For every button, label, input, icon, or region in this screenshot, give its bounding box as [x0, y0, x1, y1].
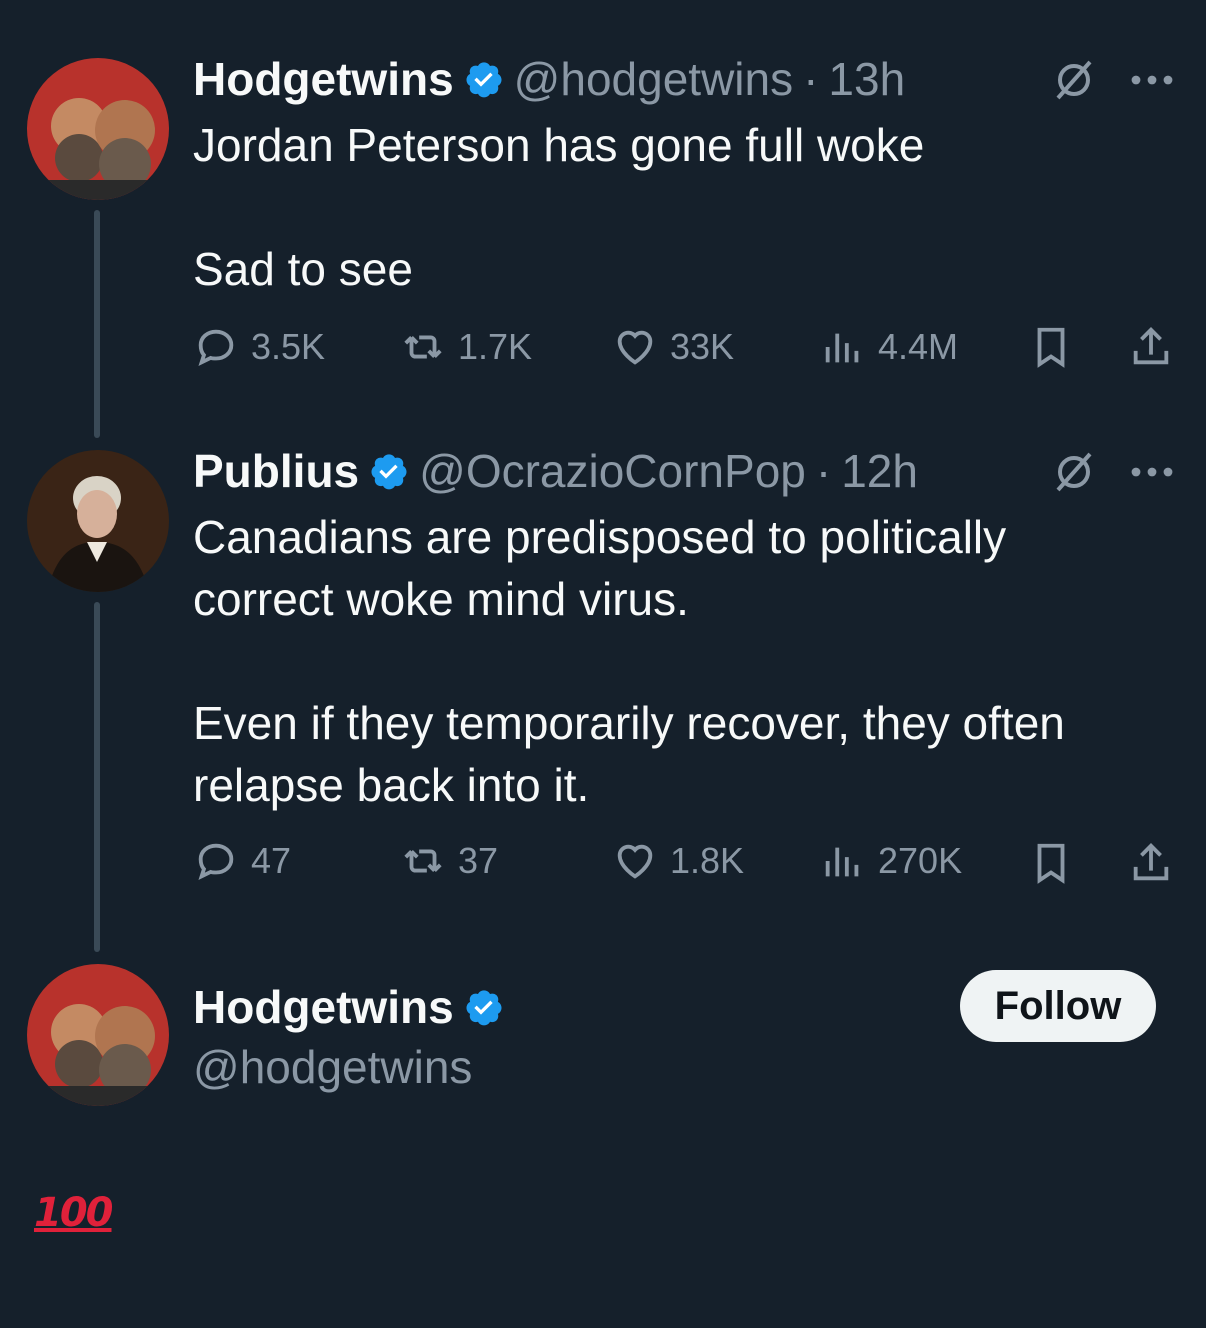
- author-handle[interactable]: @hodgetwins: [193, 1040, 472, 1094]
- like-count: 33K: [670, 326, 735, 367]
- like-icon: [617, 844, 653, 879]
- author-name[interactable]: Publius: [193, 444, 359, 498]
- verified-badge-icon: [466, 62, 502, 98]
- tweet-text: Canadians are predisposed to politically…: [193, 511, 1065, 811]
- tweet-text: Jordan Peterson has gone full woke Sad t…: [193, 119, 925, 295]
- views-count: 4.4M: [878, 326, 959, 367]
- avatar-publius[interactable]: [27, 450, 169, 592]
- like-icon: [617, 330, 653, 365]
- share-icon[interactable]: [1128, 324, 1174, 370]
- hundred-points-emoji: 100: [34, 1190, 113, 1236]
- reply-count: 3.5K: [251, 326, 326, 367]
- views-count: 270K: [878, 840, 963, 881]
- bookmark-icon[interactable]: [1028, 840, 1074, 886]
- more-icon[interactable]: [1128, 62, 1176, 98]
- separator-dot: ·: [803, 53, 819, 105]
- views-icon: [825, 847, 859, 877]
- author-name[interactable]: Hodgetwins: [193, 52, 454, 106]
- more-icon[interactable]: [1128, 454, 1176, 490]
- verified-badge-icon: [466, 990, 502, 1026]
- views-icon: [825, 333, 859, 363]
- grok-icon[interactable]: [1050, 448, 1098, 496]
- reply-button[interactable]: 3.5K: [193, 324, 325, 370]
- reply-count: 47: [251, 840, 292, 881]
- timestamp[interactable]: 13h: [828, 52, 905, 106]
- separator-dot: ·: [815, 445, 832, 497]
- retweet-count: 1.7K: [458, 326, 533, 367]
- share-icon[interactable]: [1128, 840, 1174, 886]
- views-button[interactable]: 270K: [820, 838, 962, 884]
- grok-icon[interactable]: [1050, 56, 1098, 104]
- timestamp[interactable]: 12h: [841, 444, 918, 498]
- verified-badge-icon: [371, 454, 407, 490]
- reply-icon: [198, 843, 234, 881]
- thread-line: [94, 210, 100, 438]
- reply-button[interactable]: 47: [193, 838, 291, 884]
- follow-button[interactable]: Follow: [960, 970, 1156, 1042]
- like-button[interactable]: 33K: [612, 324, 734, 370]
- avatar-hodgetwins[interactable]: [27, 58, 169, 200]
- retweet-button[interactable]: 1.7K: [400, 324, 532, 370]
- views-button[interactable]: 4.4M: [820, 324, 958, 370]
- tweet-header: Publius @OcrazioCornPop · 12h: [193, 444, 918, 498]
- author-handle[interactable]: @hodgetwins: [514, 52, 793, 106]
- retweet-icon: [404, 849, 442, 873]
- like-count: 1.8K: [670, 840, 745, 881]
- avatar-hodgetwins[interactable]: [27, 964, 169, 1106]
- author-name[interactable]: Hodgetwins: [193, 980, 454, 1034]
- like-button[interactable]: 1.8K: [612, 838, 744, 884]
- thread-line: [94, 602, 100, 952]
- reply-icon: [198, 329, 234, 367]
- reply-author-name-row: Hodgetwins: [193, 980, 504, 1034]
- retweet-icon: [404, 335, 442, 359]
- tweet-header: Hodgetwins @hodgetwins · 13h: [193, 52, 905, 106]
- author-handle[interactable]: @OcrazioCornPop: [419, 444, 806, 498]
- bookmark-icon[interactable]: [1028, 324, 1074, 370]
- retweet-count: 37: [458, 840, 499, 881]
- retweet-button[interactable]: 37: [400, 838, 498, 884]
